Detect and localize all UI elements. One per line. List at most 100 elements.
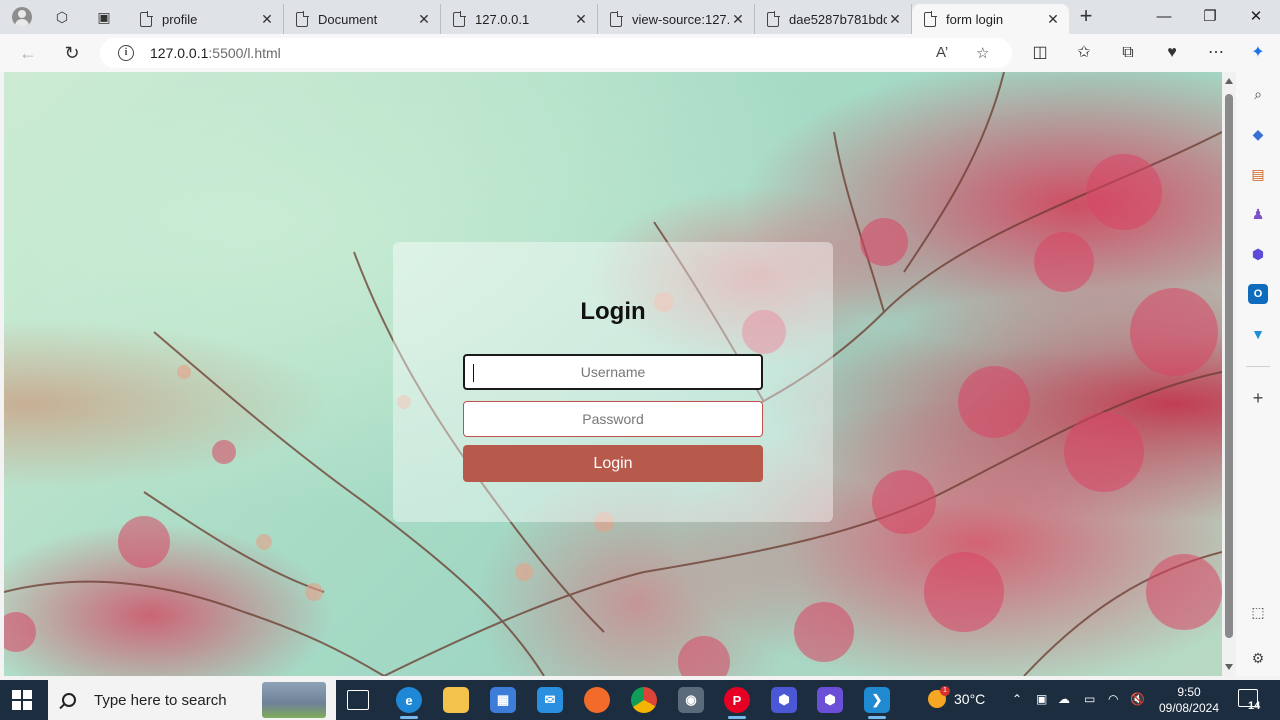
tab-localhost[interactable]: 127.0.0.1 ✕ xyxy=(441,4,598,34)
copilot-icon[interactable]: ⬢ xyxy=(1248,244,1268,264)
search-highlight-image xyxy=(262,682,326,718)
close-window-button[interactable]: ✕ xyxy=(1236,4,1276,30)
page-icon xyxy=(924,11,937,27)
close-icon[interactable]: ✕ xyxy=(416,11,432,28)
add-icon[interactable]: + xyxy=(1248,388,1268,408)
firefox-icon[interactable] xyxy=(584,687,610,713)
tab-form-login[interactable]: form login ✕ xyxy=(912,4,1069,34)
clock-time: 9:50 xyxy=(1177,685,1201,699)
tools-icon[interactable]: ▤ xyxy=(1248,164,1268,184)
navigation-bar: ← ↻ i 127.0.0.1:5500/l.html A’ ☆ ◫ ✩ ⧉ ♥… xyxy=(0,34,1280,72)
minimize-button[interactable]: — xyxy=(1144,4,1184,30)
avatar-icon xyxy=(12,7,32,27)
close-icon[interactable]: ✕ xyxy=(573,11,589,28)
password-input[interactable] xyxy=(463,401,763,437)
page-background: Login Login xyxy=(4,72,1222,676)
tab-actions-icon[interactable]: ▣ xyxy=(90,5,118,29)
page-icon xyxy=(296,11,309,27)
search-icon[interactable]: ⌕ xyxy=(1248,84,1268,104)
refresh-button[interactable]: ↻ xyxy=(59,41,85,65)
page-icon xyxy=(767,11,780,27)
sidebar-divider xyxy=(1246,366,1270,367)
search-icon xyxy=(62,693,76,707)
page-icon xyxy=(610,11,623,27)
tab-title: dae5287b781bdc xyxy=(789,11,887,27)
weather-icon: 1 xyxy=(928,686,950,708)
split-screen-icon[interactable]: ◫ xyxy=(1028,42,1052,64)
new-tab-button[interactable]: + xyxy=(1074,5,1098,29)
tab-title: view-source:127.0. xyxy=(632,11,730,27)
settings-icon[interactable]: ⚙ xyxy=(1248,648,1268,668)
send-icon[interactable]: ▼ xyxy=(1248,324,1268,344)
file-explorer-icon[interactable] xyxy=(443,687,469,713)
browser-essentials-icon[interactable]: ♥ xyxy=(1160,42,1184,64)
page-icon xyxy=(140,11,153,27)
start-button[interactable] xyxy=(12,690,32,710)
back-button[interactable]: ← xyxy=(15,41,41,65)
weather-badge: 1 xyxy=(940,686,950,696)
volume-muted-icon[interactable]: 🔇 xyxy=(1130,692,1145,706)
store-icon[interactable]: ▦ xyxy=(490,687,516,713)
site-info-icon[interactable]: i xyxy=(118,45,134,61)
login-card: Login Login xyxy=(393,242,833,522)
notification-count: 14 xyxy=(1248,700,1261,712)
tab-title: 127.0.0.1 xyxy=(475,11,530,27)
page-icon xyxy=(453,11,466,27)
shopping-tag-icon[interactable]: ◆ xyxy=(1248,124,1268,144)
text-cursor xyxy=(473,364,474,382)
mail-icon[interactable]: ✉ xyxy=(537,687,563,713)
wifi-icon[interactable]: ◠ xyxy=(1108,692,1118,706)
tab-document[interactable]: Document ✕ xyxy=(284,4,441,34)
close-icon[interactable]: ✕ xyxy=(259,11,275,28)
windows-taskbar: Type here to search e ▦ ✉ ◉ P ⬢ ⬢ ❯ 1 30… xyxy=(0,680,1280,720)
copilot-icon[interactable]: ✦ xyxy=(1246,42,1270,64)
address-bar[interactable]: i 127.0.0.1:5500/l.html A’ ☆ xyxy=(100,38,1012,68)
close-icon[interactable]: ✕ xyxy=(1045,11,1061,28)
tab-strip: ⬡ ▣ profile ✕ Document ✕ 127.0.0.1 ✕ vie… xyxy=(0,0,1280,34)
pinterest-icon[interactable]: P xyxy=(724,687,750,719)
page-scrollbar[interactable] xyxy=(1222,72,1236,676)
favorite-star-icon[interactable]: ☆ xyxy=(976,44,989,62)
onedrive-icon[interactable]: ☁ xyxy=(1058,692,1070,706)
app-icon[interactable]: ⬢ xyxy=(771,687,797,713)
restore-button[interactable]: ❐ xyxy=(1190,4,1230,30)
url-path: :5500/l.html xyxy=(208,45,281,61)
tab-title: profile xyxy=(162,11,198,27)
search-placeholder: Type here to search xyxy=(94,691,227,709)
more-menu-icon[interactable]: ⋯ xyxy=(1204,42,1228,64)
task-view-icon[interactable] xyxy=(347,690,369,710)
vscode-icon[interactable]: ❯ xyxy=(864,687,890,719)
workspaces-icon[interactable]: ⬡ xyxy=(48,5,76,29)
visual-studio-icon[interactable]: ⬢ xyxy=(817,687,843,713)
close-icon[interactable]: ✕ xyxy=(887,11,903,28)
temperature: 30°C xyxy=(954,691,986,707)
scroll-up-icon[interactable] xyxy=(1225,78,1233,84)
url-text: 127.0.0.1:5500/l.html xyxy=(150,45,281,61)
tab-hash[interactable]: dae5287b781bdc ✕ xyxy=(755,4,912,34)
system-clock[interactable]: 9:50 09/08/2024 xyxy=(1150,684,1228,716)
scroll-thumb[interactable] xyxy=(1225,94,1233,638)
chrome-icon[interactable] xyxy=(631,687,657,713)
close-icon[interactable]: ✕ xyxy=(730,11,746,28)
tab-profile[interactable]: profile ✕ xyxy=(128,4,284,34)
edge-icon[interactable]: e xyxy=(396,687,422,719)
chevron-up-icon[interactable]: ⌃ xyxy=(1012,692,1022,706)
scroll-down-icon[interactable] xyxy=(1225,664,1233,670)
tab-view-source[interactable]: view-source:127.0. ✕ xyxy=(598,4,755,34)
login-button[interactable]: Login xyxy=(463,445,763,482)
favorites-icon[interactable]: ✩ xyxy=(1072,42,1096,64)
profile-avatar[interactable] xyxy=(8,5,36,29)
weather-widget[interactable]: 1 30°C xyxy=(928,686,986,708)
camera-icon[interactable]: ◉ xyxy=(678,687,704,713)
read-aloud-icon[interactable]: A’ xyxy=(936,44,948,61)
screenshot-icon[interactable]: ⬚ xyxy=(1248,602,1268,622)
login-title: Login xyxy=(580,298,646,325)
tab-title: form login xyxy=(946,11,1004,27)
edge-sidebar: ⌕ ◆ ▤ ♟ ⬢ O ▼ + ⬚ ⚙ xyxy=(1236,72,1280,676)
outlook-icon[interactable]: O xyxy=(1248,284,1268,304)
meet-now-icon[interactable]: ▣ xyxy=(1036,692,1047,706)
collections-icon[interactable]: ⧉ xyxy=(1116,42,1140,64)
games-icon[interactable]: ♟ xyxy=(1248,204,1268,224)
username-input[interactable] xyxy=(463,354,763,390)
battery-icon[interactable]: ▭ xyxy=(1084,692,1095,706)
